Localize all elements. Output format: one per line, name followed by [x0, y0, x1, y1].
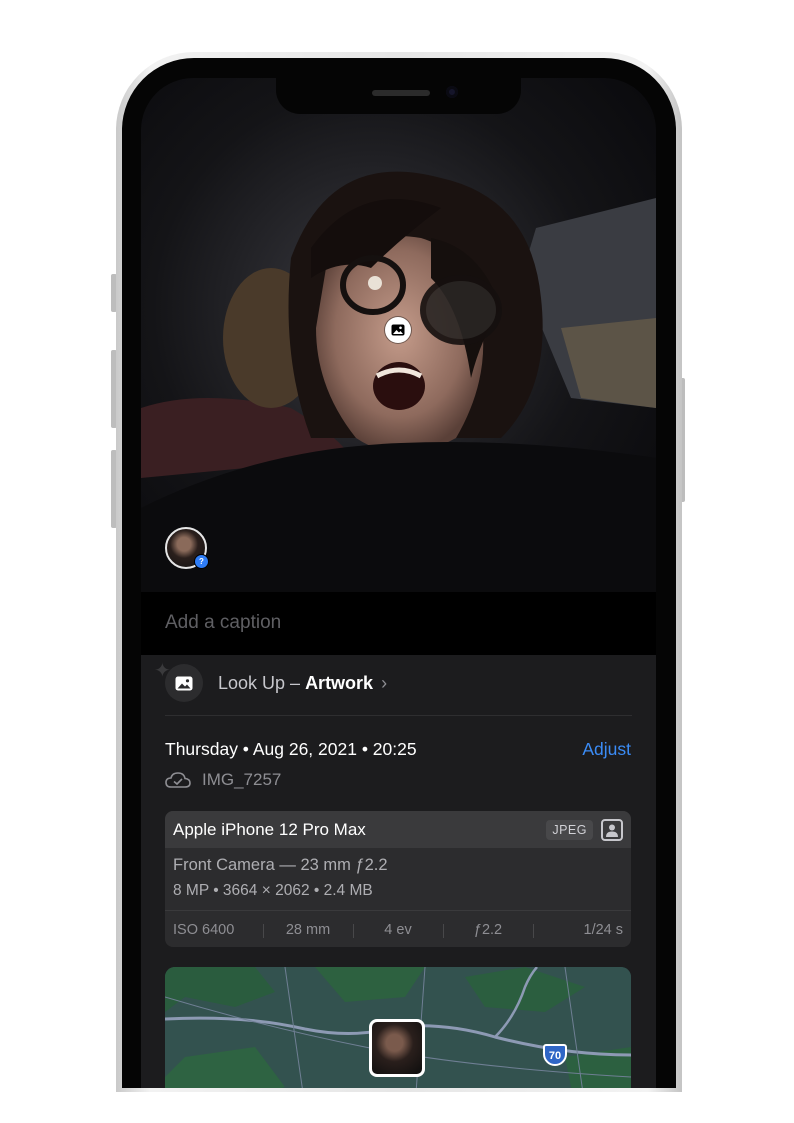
exif-iso: ISO 6400: [173, 921, 235, 938]
caption-field[interactable]: Add a caption: [165, 612, 281, 634]
earpiece-speaker: [372, 90, 430, 96]
shared-badge-icon: ?: [194, 554, 209, 569]
adjust-button[interactable]: Adjust: [582, 739, 631, 760]
exif-exposure-value: 4 ev: [353, 922, 443, 938]
device-name: Apple iPhone 12 Pro Max: [173, 819, 366, 839]
chevron-right-icon: ›: [381, 672, 388, 693]
image-specs: 8 MP • 3664 × 2062 • 2.4 MB: [173, 882, 373, 899]
exif-aperture: ƒ2.2: [443, 922, 533, 938]
camera-info-card: Apple iPhone 12 Pro Max JPEG Front Camer…: [165, 811, 631, 947]
notch: [276, 78, 521, 114]
camera-card-header: Apple iPhone 12 Pro Max JPEG: [165, 811, 631, 848]
file-name: IMG_7257: [202, 770, 282, 789]
lens-info: Front Camera — 23 mm ƒ2.2: [173, 856, 388, 874]
shared-by-avatar[interactable]: ?: [165, 527, 209, 569]
pin-thumbnail: [372, 1022, 422, 1074]
lookup-subject: Artwork: [305, 672, 374, 693]
cloud-check-icon: [165, 772, 191, 788]
photo-icon: [165, 664, 203, 702]
front-camera: [446, 86, 458, 98]
portrait-icon: [601, 818, 623, 841]
exif-row: ISO 6400 28 mm 4 ev ƒ2.2 1/24 s: [165, 910, 631, 947]
phone-screen: ? Add a caption ✦ Look Up – Artwork › Th…: [141, 78, 656, 1088]
location-map[interactable]: 70: [165, 967, 631, 1088]
exif-focal-length: 28 mm: [263, 922, 353, 938]
exif-shutter-speed: 1/24 s: [533, 922, 631, 938]
lookup-artwork-row[interactable]: Look Up – Artwork ›: [165, 664, 387, 702]
visual-lookup-button[interactable]: [385, 317, 411, 343]
capture-date: Thursday • Aug 26, 2021 • 20:25: [165, 739, 417, 759]
format-badge: JPEG: [546, 819, 593, 840]
divider: [165, 715, 632, 716]
photo-location-pin[interactable]: [369, 1019, 425, 1077]
photo-icon: [391, 324, 405, 336]
photo-view[interactable]: ?: [141, 78, 656, 592]
lookup-prefix: Look Up –: [218, 672, 306, 693]
lookup-label: Look Up – Artwork: [218, 673, 373, 694]
file-row: IMG_7257: [165, 770, 281, 790]
